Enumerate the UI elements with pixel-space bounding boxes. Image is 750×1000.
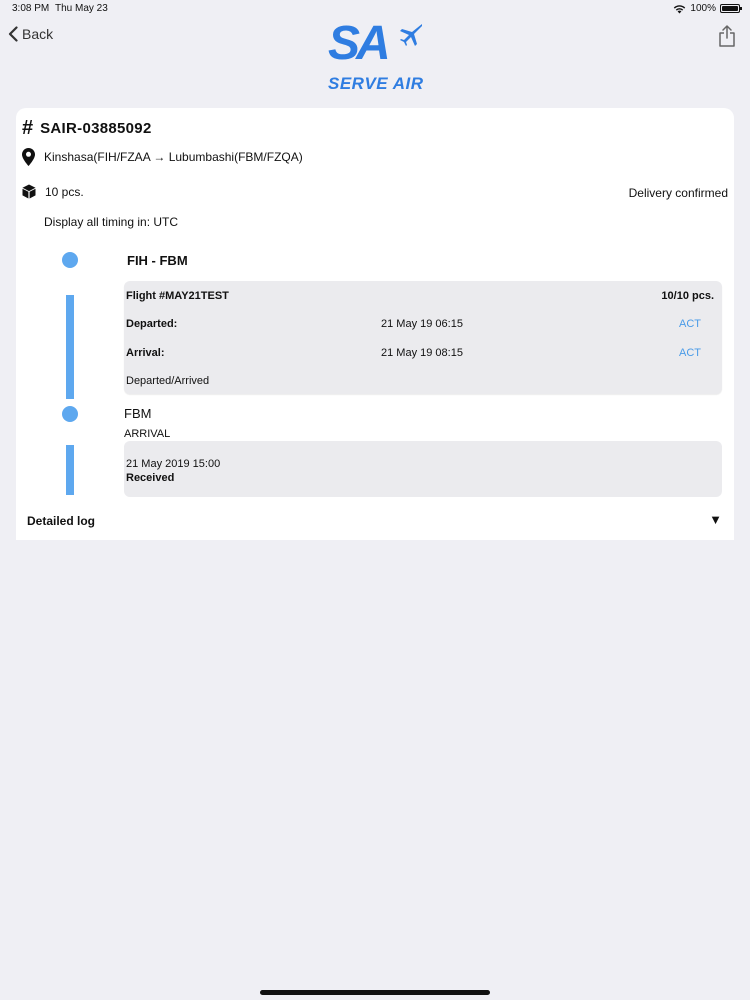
flight-pieces: 10/10 pcs. xyxy=(661,290,714,302)
chevron-left-icon xyxy=(8,26,18,42)
airplane-icon xyxy=(400,24,422,46)
detailed-log-toggle[interactable]: Detailed log xyxy=(27,514,95,528)
delivery-status: Delivery confirmed xyxy=(628,186,728,200)
shipment-card: # SAIR-03885092 Kinshasa(FIH/FZAA → Lubu… xyxy=(16,108,734,540)
logo-text: SERVE AIR xyxy=(328,74,424,93)
pieces-row: 10 pcs. xyxy=(22,184,84,199)
timing-note: Display all timing in: UTC xyxy=(44,215,179,229)
chevron-down-icon[interactable]: ▼ xyxy=(709,512,722,527)
awb-number: SAIR-03885092 xyxy=(40,120,152,137)
received-event: 21 May 2019 15:00 Received xyxy=(124,441,722,497)
arrival-label: Arrival: xyxy=(126,347,165,359)
share-icon[interactable] xyxy=(718,25,736,47)
segment-title: FIH - FBM xyxy=(127,253,188,268)
route-row: Kinshasa(FIH/FZAA → Lubumbashi(FBM/FZQA) xyxy=(22,148,303,166)
wifi-icon xyxy=(674,4,686,13)
received-date: 21 May 2019 15:00 xyxy=(126,458,221,470)
status-indicators: 100% xyxy=(673,3,742,14)
received-status: Received xyxy=(126,472,175,484)
awb-row: # SAIR-03885092 xyxy=(22,117,152,140)
timeline-bar-arrival xyxy=(66,445,74,495)
status-time: 3:08 PM xyxy=(12,3,50,14)
pieces-count: 10 pcs. xyxy=(45,184,84,199)
flight-number: Flight #MAY21TEST xyxy=(126,290,229,302)
status-date: Thu May 23 xyxy=(55,3,108,14)
hash-icon: # xyxy=(22,117,34,139)
serve-air-logo: SA SERVE AIR xyxy=(326,16,426,96)
package-icon xyxy=(22,184,36,199)
battery-icon xyxy=(720,4,742,13)
home-indicator[interactable] xyxy=(260,990,490,995)
timeline-bar-flight xyxy=(66,295,74,399)
route-text: Kinshasa(FIH/FZAA → Lubumbashi(FBM/FZQA) xyxy=(44,150,303,164)
departed-time: 21 May 19 06:15 xyxy=(381,318,463,330)
battery-percent: 100% xyxy=(690,3,716,14)
arrival-type: ARRIVAL xyxy=(124,428,171,440)
arrival-station: FBM xyxy=(124,406,152,421)
back-label: Back xyxy=(22,26,54,42)
flight-details: Flight #MAY21TEST 10/10 pcs. Departed: 2… xyxy=(124,281,722,394)
departed-status-flag: ACT xyxy=(679,318,701,330)
departed-label: Departed: xyxy=(126,318,178,330)
location-pin-icon xyxy=(22,148,35,166)
arrival-status-flag: ACT xyxy=(679,347,701,359)
timeline-dot-destination xyxy=(62,406,78,422)
timeline-dot-origin xyxy=(62,252,78,268)
arrival-time: 21 May 19 08:15 xyxy=(381,347,463,359)
back-button[interactable]: Back xyxy=(8,26,53,42)
flight-status: Departed/Arrived xyxy=(126,375,210,387)
logo-mark: SA xyxy=(328,17,391,70)
